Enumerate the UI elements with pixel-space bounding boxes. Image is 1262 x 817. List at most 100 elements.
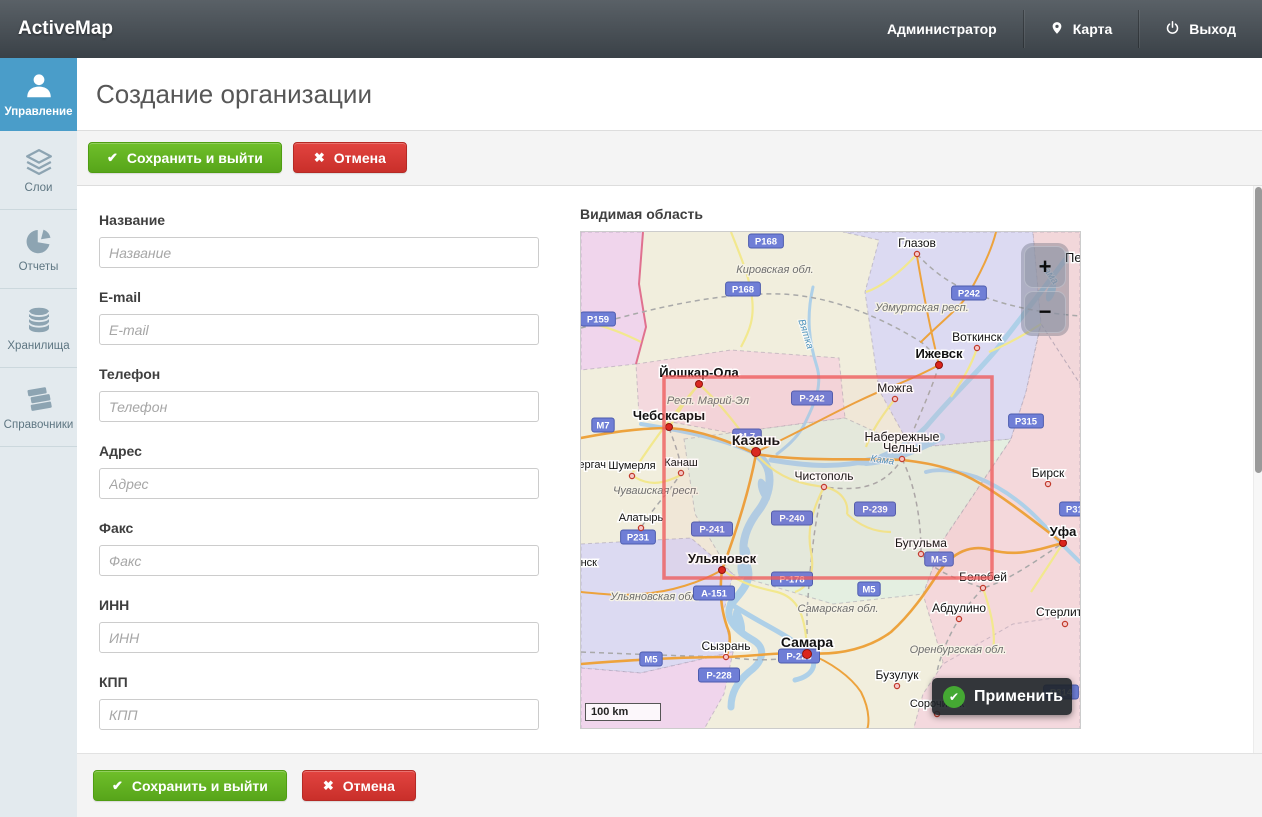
city-label: Бирск <box>1032 466 1065 480</box>
sidebar-item-label: Хранилища <box>7 340 69 352</box>
road-badge-label: P315 <box>1015 417 1038 428</box>
field-label-kpp: КПП <box>99 674 539 690</box>
city-label: Уфа <box>1050 524 1077 539</box>
logout-label: Выход <box>1189 21 1236 37</box>
road-badge-label: М5 <box>644 655 658 666</box>
town-dot <box>894 683 899 688</box>
user-icon <box>24 71 54 101</box>
sidebar-item-label: Отчеты <box>19 261 59 273</box>
city-label: Самара <box>781 634 834 650</box>
database-icon <box>24 305 54 335</box>
sidebar-item-label: Справочники <box>4 419 74 431</box>
field-label-phone: Телефон <box>99 366 539 382</box>
town-dot <box>914 251 919 256</box>
content-panel: Название E-mail Телефон Адрес Факс ИНН К… <box>77 186 1253 753</box>
apply-button[interactable]: ✔ Применить <box>932 678 1072 715</box>
region-label: Кировская обл. <box>736 264 813 276</box>
town-dot <box>1045 481 1050 486</box>
region-label: Самарская обл. <box>797 603 878 615</box>
toolbar: ✔ Сохранить и выйти ✖ Отмена <box>77 131 1262 186</box>
sidebar-item-storage[interactable]: Хранилища <box>0 289 77 368</box>
map-link[interactable]: Карта <box>1024 0 1139 58</box>
city-label: Шумерля <box>608 460 655 472</box>
town-dot <box>956 616 961 621</box>
road-badge-label: М7 <box>596 421 609 432</box>
save-button-label: Сохранить и выйти <box>132 778 268 794</box>
app-header: ActiveMap Администратор Карта Выход <box>0 0 1262 58</box>
sidebar-item-reports[interactable]: Отчеты <box>0 210 77 289</box>
map-scale-bar: 100 km <box>585 703 661 721</box>
city-dot <box>936 362 943 369</box>
town-dot <box>723 654 728 659</box>
city-label: Бузулук <box>876 668 920 682</box>
phone-field[interactable] <box>99 391 539 422</box>
zoom-control: + − <box>1021 243 1069 336</box>
town-dot <box>638 525 643 530</box>
user-name-label: Администратор <box>887 21 997 37</box>
cancel-button[interactable]: ✖ Отмена <box>293 142 407 173</box>
selection-layer <box>664 377 992 578</box>
cancel-button-label: Отмена <box>343 778 395 794</box>
zoom-in-button[interactable]: + <box>1024 246 1066 288</box>
user-menu-item[interactable]: Администратор <box>861 0 1023 58</box>
kpp-field[interactable] <box>99 699 539 730</box>
city-label: Сергач <box>581 459 606 471</box>
pie-chart-icon <box>24 226 54 256</box>
power-icon <box>1165 20 1180 39</box>
email-field[interactable] <box>99 314 539 345</box>
town-dot <box>1062 621 1067 626</box>
cancel-button-label: Отмена <box>334 150 386 166</box>
city-label: Сызрань <box>701 639 750 653</box>
sidebar-item-label: Слои <box>25 182 53 194</box>
bottom-toolbar: ✔ Сохранить и выйти ✖ Отмена <box>77 753 1262 817</box>
sidebar-item-layers[interactable]: Слои <box>0 131 77 210</box>
fax-field[interactable] <box>99 545 539 576</box>
road-badge-label: P168 <box>755 237 777 248</box>
logout-button[interactable]: Выход <box>1139 0 1262 58</box>
sidebar-item-references[interactable]: Справочники <box>0 368 77 447</box>
road-badge-label: P168 <box>732 285 754 296</box>
scrollbar-thumb[interactable] <box>1255 187 1262 473</box>
save-button[interactable]: ✔ Сохранить и выйти <box>88 142 282 173</box>
inn-field[interactable] <box>99 622 539 653</box>
city-label: Алатырь <box>619 512 664 524</box>
map-widget: Кировская обл.Удмуртская респ.Респ. Мари… <box>580 231 1081 729</box>
sidebar-item-management[interactable]: Управление <box>0 58 77 131</box>
city-label: Стерлитамак <box>1036 605 1080 619</box>
field-label-name: Название <box>99 212 539 228</box>
town-dot <box>629 473 634 478</box>
town-dot <box>974 345 979 350</box>
city-label: Воткинск <box>952 330 1002 344</box>
field-label-email: E-mail <box>99 289 539 305</box>
selection-rect[interactable] <box>664 377 992 578</box>
city-dot <box>803 650 812 659</box>
save-button-label: Сохранить и выйти <box>127 150 263 166</box>
check-icon: ✔ <box>112 778 123 794</box>
sidebar: Управление Слои Отчеты Хранилища Справоч… <box>0 58 77 817</box>
city-label: Абдулино <box>932 601 986 615</box>
city-dot <box>1060 540 1067 547</box>
region-label: Удмуртская респ. <box>874 302 969 314</box>
vertical-scrollbar[interactable] <box>1253 186 1262 753</box>
road-badge-label: P315 <box>1066 505 1080 516</box>
cancel-button-bottom[interactable]: ✖ Отмена <box>302 770 416 801</box>
cross-icon: ✖ <box>323 778 334 794</box>
zoom-out-button[interactable]: − <box>1024 291 1066 333</box>
field-label-address: Адрес <box>99 443 539 459</box>
check-circle-icon: ✔ <box>943 686 965 708</box>
sidebar-item-label: Управление <box>5 106 73 118</box>
road-badge-label: Р-228 <box>706 671 731 682</box>
region-label: Ульяновская обл. <box>609 591 699 603</box>
address-field[interactable] <box>99 468 539 499</box>
location-pin-icon <box>1050 19 1064 40</box>
map-canvas[interactable]: Кировская обл.Удмуртская респ.Респ. Мари… <box>581 232 1080 728</box>
road-badge-label: М5 <box>862 585 876 596</box>
field-label-inn: ИНН <box>99 597 539 613</box>
header-menu: Администратор Карта Выход <box>861 0 1262 58</box>
city-label: Саранск <box>581 557 597 569</box>
books-icon <box>24 384 54 414</box>
city-label: Глазов <box>898 236 936 250</box>
check-icon: ✔ <box>107 150 118 166</box>
name-field[interactable] <box>99 237 539 268</box>
save-button-bottom[interactable]: ✔ Сохранить и выйти <box>93 770 287 801</box>
